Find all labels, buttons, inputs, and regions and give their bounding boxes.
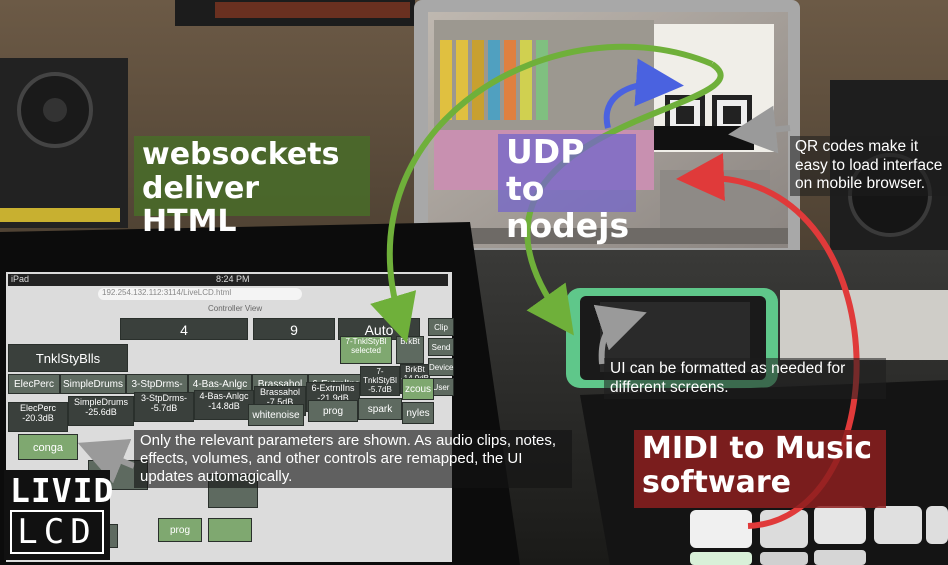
logo-top-text: LIVID [10,471,115,510]
volume-cell[interactable]: 3-StpDrms- -5.7dB [134,392,194,422]
clip-slot[interactable]: spark [358,398,402,420]
side-button-send[interactable]: Send [428,338,454,356]
volume-cell[interactable]: 4-Bas-Anlgc -14.8dB [194,390,254,420]
clip-slot[interactable]: prog [158,518,202,542]
ipad-status-bar: iPad 8:24 PM [8,274,448,286]
clip-slot[interactable]: nyles [402,402,434,424]
udp-line-1: UDP to [506,132,585,208]
value-cell[interactable]: 4 [120,318,248,340]
udp-line-2: nodejs [506,205,630,245]
websockets-line-2: deliver HTML [142,170,260,240]
midi-label: MIDI to Music software [634,430,886,508]
clip-slot[interactable]: prog [308,400,358,422]
track-cell-selected[interactable]: 7-TnklStyBl selected [340,336,392,364]
midi-line-2: software [642,464,791,500]
volume-cell[interactable]: SimpleDrums -25.6dB [68,396,134,426]
track-name[interactable]: TnklStyBlls [8,344,128,372]
websockets-label: websockets deliver HTML [134,136,370,239]
browser-url-bar[interactable]: 192.254.132.112:3114/LiveLCD.html [98,288,302,300]
clip-slot[interactable]: whitenoise [248,404,304,426]
params-note: Only the relevant parameters are shown. … [134,430,572,488]
track-cell[interactable]: SimpleDrums [60,374,126,394]
photo-scene: iPad 8:24 PM 192.254.132.112:3114/LiveLC… [0,0,948,565]
livid-logo: LIVID LCD [4,470,113,560]
qr-note: QR codes make it easy to load interface … [790,136,948,196]
volume-cell[interactable]: ElecPerc -20.3dB [8,402,68,432]
clip-slot[interactable]: zcous [402,378,434,400]
volume-cell[interactable]: 7-TnklStyBl -5.7dB [360,366,400,396]
websockets-line-1: websockets [142,137,340,172]
value-cell[interactable]: 9 [253,318,335,340]
midi-line-1: MIDI to Music [642,431,873,466]
page-title: Controller View [208,304,263,313]
track-cell[interactable]: ElecPerc [8,374,60,394]
side-button-clip[interactable]: Clip [428,318,454,336]
track-cell[interactable]: BrkBt [396,336,424,364]
ipad-clock: 8:24 PM [216,274,250,284]
ipad-status-left: iPad [11,274,30,284]
clip-slot[interactable] [208,518,252,542]
clip-slot[interactable]: conga [18,434,78,460]
ui-format-note: UI can be formatted as needed for differ… [604,358,886,400]
udp-label: UDP to nodejs [498,132,636,244]
track-cell[interactable]: 3-StpDrms- [126,374,188,394]
logo-bottom-text: LCD [10,510,104,554]
side-button-device[interactable]: Device [428,358,454,376]
